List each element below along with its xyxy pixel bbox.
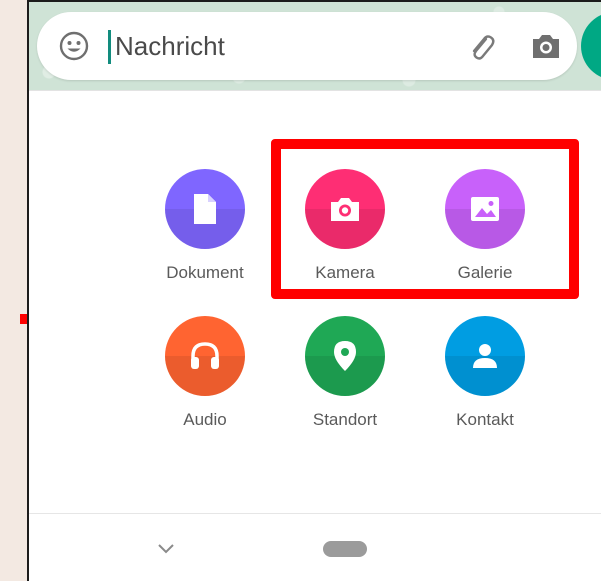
attach-contact-button[interactable]: Kontakt <box>425 316 545 446</box>
location-pin-icon <box>334 341 356 371</box>
chevron-down-icon[interactable] <box>157 542 175 554</box>
headphones-icon <box>191 342 219 369</box>
divider <box>29 90 601 91</box>
emoji-icon[interactable] <box>59 31 89 61</box>
attach-label: Standort <box>312 410 378 429</box>
divider <box>29 513 601 514</box>
attach-label: Audio <box>183 410 227 429</box>
audio-circle <box>165 316 245 396</box>
phone-screen: Dokument Kamera Galerie <box>27 0 601 581</box>
composer-bar <box>29 2 601 90</box>
camera-icon[interactable] <box>530 31 562 61</box>
attach-label: Kontakt <box>456 410 514 429</box>
contact-icon <box>473 344 497 368</box>
attach-label: Dokument <box>166 263 244 282</box>
attach-audio-button[interactable]: Audio <box>145 316 265 446</box>
message-input[interactable] <box>115 26 435 66</box>
message-box <box>37 12 577 80</box>
highlight-annotation-box <box>271 139 579 299</box>
send-button[interactable] <box>581 12 601 80</box>
location-circle <box>305 316 385 396</box>
document-circle <box>165 169 245 249</box>
text-cursor <box>108 30 111 64</box>
contact-circle <box>445 316 525 396</box>
attach-location-button[interactable]: Standort <box>285 316 405 446</box>
paperclip-icon[interactable] <box>464 30 498 64</box>
document-icon <box>194 194 216 224</box>
attach-document-button[interactable]: Dokument <box>145 169 265 299</box>
home-handle[interactable] <box>323 541 367 557</box>
